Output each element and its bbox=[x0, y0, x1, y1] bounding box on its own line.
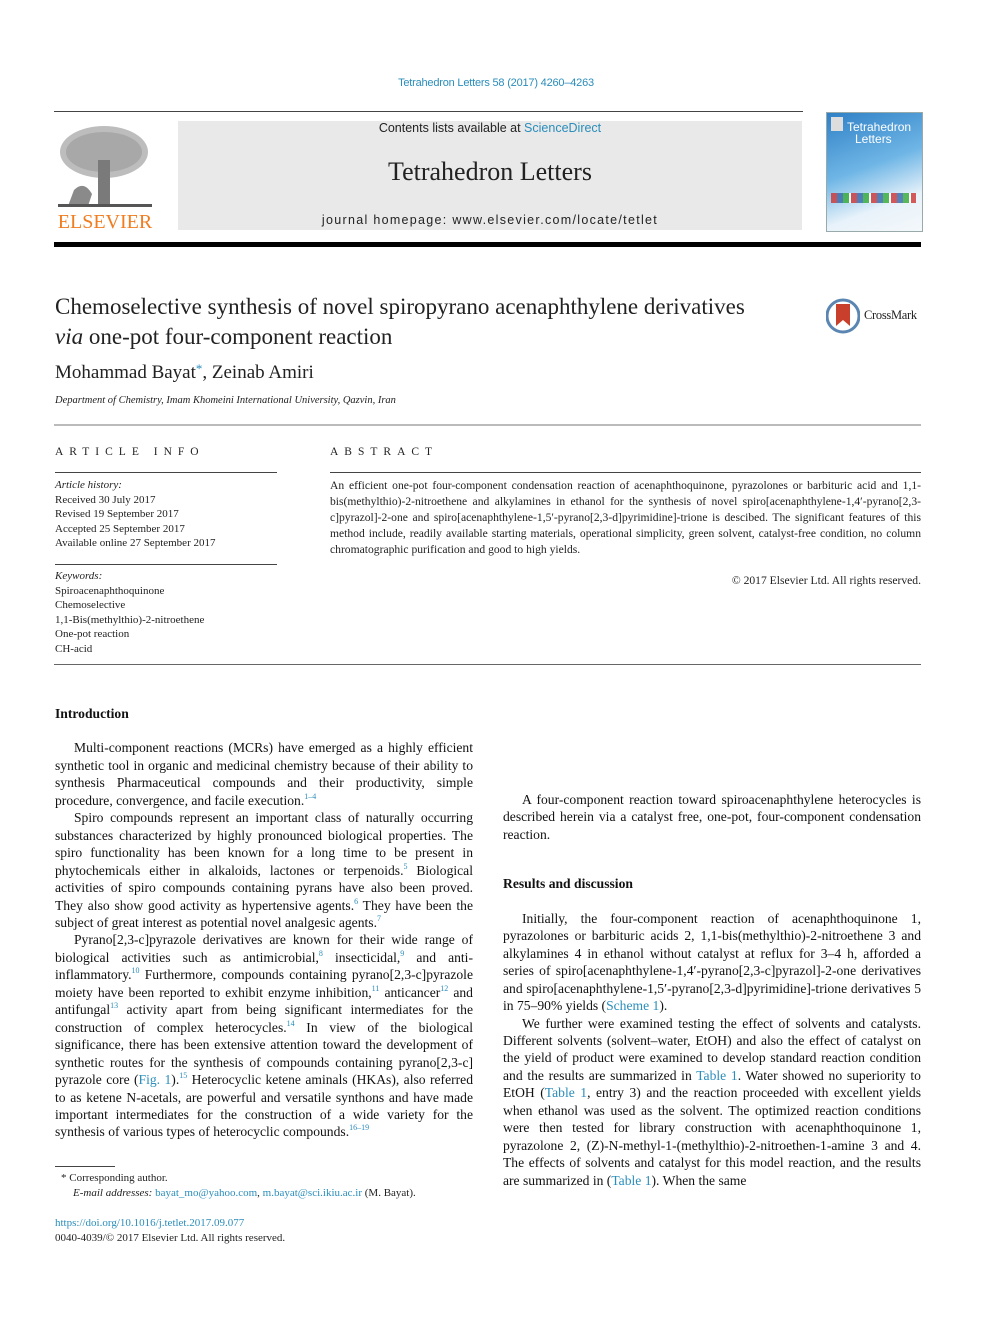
masthead-rule bbox=[54, 242, 921, 247]
introduction-heading: Introduction bbox=[55, 706, 129, 721]
table-link[interactable]: Table 1 bbox=[611, 1173, 651, 1188]
section-rule bbox=[54, 424, 921, 426]
keywords: Keywords: Spiroacenaphthoquinone Chemose… bbox=[55, 569, 277, 656]
affiliation: Department of Chemistry, Imam Khomeini I… bbox=[55, 395, 396, 406]
table-link[interactable]: Table 1 bbox=[545, 1085, 587, 1100]
paragraph: Pyrano[2,3-c]pyrazole derivatives are kn… bbox=[55, 932, 473, 1140]
author-name: Mohammad Bayat bbox=[55, 362, 196, 383]
paragraph: Multi-component reactions (MCRs) have em… bbox=[55, 740, 473, 808]
issn-copyright: 0040-4039/© 2017 Elsevier Ltd. All right… bbox=[55, 1231, 286, 1244]
sciencedirect-link[interactable]: ScienceDirect bbox=[524, 121, 601, 135]
front-matter-rule bbox=[54, 664, 921, 665]
crossmark-label: CrossMark bbox=[864, 308, 917, 322]
results-heading: Results and discussion bbox=[503, 876, 633, 892]
history-item: Received 30 July 2017 bbox=[55, 493, 156, 506]
header-rule bbox=[54, 111, 803, 112]
keywords-label: Keywords: bbox=[55, 570, 103, 582]
cover-logo-icon bbox=[831, 117, 843, 131]
cover-graphic bbox=[831, 193, 916, 203]
keyword: 1,1-Bis(methylthio)-2-nitroethene bbox=[55, 613, 205, 626]
elsevier-logo[interactable]: ELSEVIER bbox=[54, 120, 156, 233]
paragraph: Spiro compounds represent an important c… bbox=[55, 810, 473, 930]
journal-masthead: Contents lists available at ScienceDirec… bbox=[178, 121, 802, 230]
history-item: Revised 19 September 2017 bbox=[55, 508, 179, 520]
email-label: E-mail addresses: bbox=[73, 1187, 156, 1199]
keywords-rule bbox=[55, 564, 277, 565]
citation-link[interactable]: 16–19 bbox=[349, 1123, 369, 1132]
article-history: Article history: Received 30 July 2017 R… bbox=[55, 478, 277, 551]
keyword: CH-acid bbox=[55, 642, 93, 655]
footnote-rule bbox=[55, 1166, 115, 1167]
footnote-corresponding: * Corresponding author. E-mail addresses… bbox=[61, 1172, 416, 1199]
paragraph: A four-component reaction toward spiroac… bbox=[503, 792, 921, 842]
abstract-rule bbox=[330, 472, 921, 473]
citation-link[interactable]: 1–4 bbox=[304, 792, 316, 801]
abstract-copyright: © 2017 Elsevier Ltd. All rights reserved… bbox=[731, 574, 921, 587]
elsevier-tree-icon: ELSEVIER bbox=[58, 126, 153, 233]
crossmark-icon bbox=[826, 298, 860, 334]
history-item: Accepted 25 September 2017 bbox=[55, 522, 185, 535]
keyword: Spiroacenaphthoquinone bbox=[55, 584, 165, 597]
contents-line: Contents lists available at ScienceDirec… bbox=[178, 121, 802, 135]
citation-link[interactable]: 13 bbox=[110, 1001, 118, 1010]
abstract-heading: ABSTRACT bbox=[330, 446, 439, 458]
email-link[interactable]: m.bayat@sci.ikiu.ac.ir bbox=[263, 1187, 362, 1199]
paragraph: Initially, the four-component reaction o… bbox=[503, 910, 921, 1014]
email-link[interactable]: bayat_mo@yahoo.com bbox=[155, 1187, 257, 1199]
contents-prefix: Contents lists available at bbox=[378, 121, 525, 135]
journal-title: Tetrahedron Letters bbox=[388, 157, 592, 186]
body-column-left: Introduction Multi-component reactions (… bbox=[55, 705, 473, 1145]
citation-link[interactable]: 10 bbox=[132, 966, 140, 975]
author-name: Zeinab Amiri bbox=[211, 362, 314, 383]
article-info-heading: ARTICLE INFO bbox=[55, 446, 205, 458]
crossmark-button[interactable]: CrossMark bbox=[826, 298, 926, 334]
history-label: Article history: bbox=[55, 479, 122, 491]
body-column-right: A four-component reaction toward spiroac… bbox=[503, 791, 921, 1189]
figure-link[interactable]: Fig. 1 bbox=[139, 1072, 172, 1087]
body-column-right-continuation: Pyrano[2,3-c]pyrazole derivatives are kn… bbox=[503, 705, 921, 775]
svg-text:ELSEVIER: ELSEVIER bbox=[58, 211, 153, 232]
citation-link[interactable]: 14 bbox=[287, 1019, 295, 1028]
doi-link[interactable]: https://doi.org/10.1016/j.tetlet.2017.09… bbox=[55, 1216, 285, 1231]
article-info-rule bbox=[55, 472, 277, 473]
scheme-link[interactable]: Scheme 1 bbox=[606, 998, 659, 1013]
table-link[interactable]: Table 1 bbox=[696, 1068, 737, 1083]
keyword: One-pot reaction bbox=[55, 628, 130, 640]
abstract-text: An efficient one-pot four-component cond… bbox=[330, 479, 921, 556]
journal-homepage[interactable]: journal homepage: www.elsevier.com/locat… bbox=[178, 213, 802, 227]
history-item: Available online 27 September 2017 bbox=[55, 537, 216, 549]
paragraph: We further were examined testing the eff… bbox=[503, 1015, 921, 1188]
journal-cover-image[interactable]: Tetrahedron Letters bbox=[826, 112, 923, 232]
citation-link[interactable]: 7 bbox=[377, 914, 381, 923]
doi-block: https://doi.org/10.1016/j.tetlet.2017.09… bbox=[55, 1216, 285, 1245]
keyword: Chemoselective bbox=[55, 599, 126, 611]
authors: Mohammad Bayat*, Zeinab Amiri bbox=[55, 361, 314, 383]
running-head[interactable]: Tetrahedron Letters 58 (2017) 4260–4263 bbox=[0, 77, 992, 89]
cover-title: Tetrahedron Letters bbox=[847, 120, 912, 146]
article-title: Chemoselective synthesis of novel spirop… bbox=[55, 294, 745, 349]
